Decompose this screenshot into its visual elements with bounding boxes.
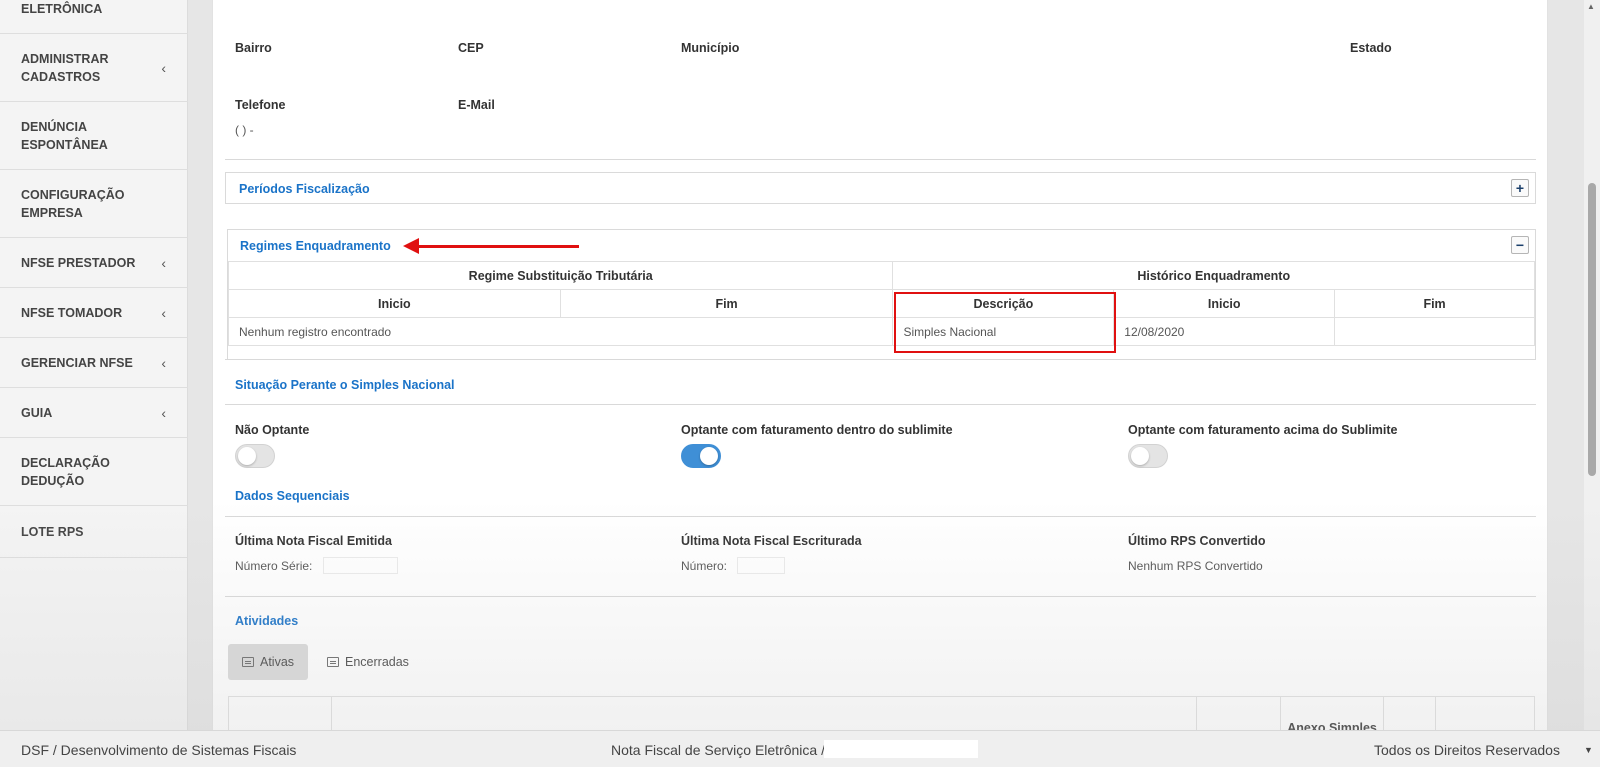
telefone-value: ( ) - — [235, 123, 254, 137]
sidebar-item-label: NFSE TOMADOR — [21, 305, 123, 320]
nao-optante-toggle[interactable] — [235, 444, 275, 468]
sidebar-item-label: CONFIGURAÇÃO EMPRESA — [21, 187, 125, 220]
divider — [225, 159, 1536, 160]
footer-company: DSF / Desenvolvimento de Sistemas Fiscai… — [21, 742, 297, 758]
sidebar-item-denuncia-espontanea[interactable]: DENÚNCIA ESPONTÂNEA — [0, 102, 188, 170]
collapse-minus-icon[interactable]: − — [1511, 236, 1529, 254]
divider — [225, 596, 1536, 597]
divider — [225, 404, 1536, 405]
column-header-inicio: Inicio — [228, 289, 561, 318]
sidebar-item-declaracao-deducao[interactable]: DECLARAÇÃO DEDUÇÃO — [0, 438, 188, 506]
ultima-escriturada-label: Última Nota Fiscal Escriturada — [681, 534, 862, 548]
column-header-fim: Fim — [559, 289, 894, 318]
footer-system-name: Nota Fiscal de Serviço Eletrônica / — [611, 742, 825, 758]
sidebar-item-label: LOTE RPS — [21, 524, 84, 539]
sidebar-item-administrar-cadastros[interactable]: ADMINISTRAR CADASTROS ‹ — [0, 34, 188, 102]
telefone-label: Telefone — [235, 98, 286, 112]
optante-dentro-label: Optante com faturamento dentro do sublim… — [681, 423, 953, 437]
chevron-left-icon: ‹ — [161, 254, 166, 271]
scrollbar[interactable]: ▲ — [1584, 0, 1600, 730]
bairro-label: Bairro — [235, 41, 272, 55]
sidebar-item-label: ADMINISTRAR CADASTROS — [21, 51, 109, 84]
nao-optante-label: Não Optante — [235, 423, 310, 437]
annotation-highlight-box — [894, 292, 1116, 353]
periodos-title[interactable]: Períodos Fiscalização — [239, 182, 370, 196]
sidebar-item-lote-rps[interactable]: LOTE RPS — [0, 506, 188, 558]
tab-encerradas[interactable]: Encerradas — [313, 644, 423, 680]
inicio-cell: 12/08/2020 — [1113, 317, 1336, 346]
estado-label: Estado — [1350, 41, 1392, 55]
historico-enquadramento-header: Histórico Enquadramento — [892, 261, 1535, 290]
cep-label: CEP — [458, 41, 484, 55]
sidebar-item-label: DECLARAÇÃO DEDUÇÃO — [21, 455, 110, 488]
regime-substituicao-header: Regime Substituição Tributária — [227, 261, 894, 290]
redacted-value — [824, 740, 978, 758]
sidebar-item-nfse-prestador[interactable]: NFSE PRESTADOR ‹ — [0, 238, 188, 288]
regimes-title[interactable]: Regimes Enquadramento — [240, 239, 391, 253]
periodos-panel: Períodos Fiscalização + — [225, 172, 1536, 204]
column-header-fim: Fim — [1334, 289, 1535, 318]
sequenciais-title: Dados Sequenciais — [235, 489, 350, 503]
ultimo-rps-value: Nenhum RPS Convertido — [1128, 559, 1263, 573]
sidebar-item-label: DENÚNCIA ESPONTÂNEA — [21, 119, 108, 152]
optante-acima-label: Optante com faturamento acima do Sublimi… — [1128, 423, 1398, 437]
sidebar-item-gerenciar-nfse[interactable]: GERENCIAR NFSE ‹ — [0, 338, 188, 388]
chevron-left-icon: ‹ — [161, 404, 166, 421]
ultima-emitida-label: Última Nota Fiscal Emitida — [235, 534, 392, 548]
tab-label: Encerradas — [345, 655, 409, 669]
atividades-title: Atividades — [235, 614, 299, 628]
chevron-left-icon: ‹ — [161, 354, 166, 371]
sidebar-item-nfse-tomador[interactable]: NFSE TOMADOR ‹ — [0, 288, 188, 338]
empty-message: Nenhum registro encontrado — [227, 317, 894, 346]
sidebar-item-label: GUIA — [21, 405, 53, 420]
sidebar-item-label: NFSE PRESTADOR — [21, 255, 136, 270]
chevron-left-icon: ‹ — [161, 59, 166, 76]
toggle-knob — [700, 447, 718, 465]
toggle-knob — [238, 447, 256, 465]
footer: DSF / Desenvolvimento de Sistemas Fiscai… — [0, 730, 1600, 767]
tab-ativas[interactable]: Ativas — [228, 644, 309, 680]
list-icon — [327, 657, 339, 667]
numero-serie-label: Número Série: — [235, 559, 313, 573]
regimes-table: Regime Substituição Tributária Histórico… — [227, 261, 1535, 346]
sidebar-item-label: GERENCIAR NFSE — [21, 355, 133, 370]
ultimo-rps-label: Último RPS Convertido — [1128, 534, 1266, 548]
numero-label: Número: — [681, 559, 728, 573]
municipio-label: Município — [681, 41, 740, 55]
sidebar-item-label: ELETRÔNICA — [21, 2, 103, 16]
table-row: Nenhum registro encontrado Simples Nacio… — [227, 317, 1535, 346]
redacted-value — [323, 557, 398, 574]
expand-plus-icon[interactable]: + — [1511, 179, 1529, 197]
scroll-up-icon[interactable]: ▲ — [1587, 2, 1595, 11]
scrollbar-thumb[interactable] — [1588, 183, 1596, 476]
redacted-value — [737, 557, 785, 574]
main-content: Bairro CEP Município Estado Telefone ( )… — [212, 0, 1548, 759]
toggle-knob — [1131, 447, 1149, 465]
chevron-left-icon: ‹ — [161, 304, 166, 321]
divider — [225, 516, 1536, 517]
annotation-arrow-line — [416, 245, 579, 248]
annotation-arrow-icon — [403, 238, 419, 254]
tab-label: Ativas — [260, 655, 295, 669]
sidebar: ELETRÔNICA ADMINISTRAR CADASTROS ‹ DENÚN… — [0, 0, 188, 730]
email-label: E-Mail — [458, 98, 495, 112]
divider — [225, 359, 1536, 360]
list-icon — [242, 657, 254, 667]
simples-title: Situação Perante o Simples Nacional — [235, 378, 455, 392]
sidebar-item-configuracao-empresa[interactable]: CONFIGURAÇÃO EMPRESA — [0, 170, 188, 238]
optante-dentro-toggle[interactable] — [681, 444, 721, 468]
fim-cell — [1334, 317, 1535, 346]
sidebar-item-eletronica[interactable]: ELETRÔNICA — [0, 0, 188, 34]
optante-acima-toggle[interactable] — [1128, 444, 1168, 468]
sidebar-item-guia[interactable]: GUIA ‹ — [0, 388, 188, 438]
footer-rights: Todos os Direitos Reservados — [1374, 742, 1560, 758]
column-header-inicio: Inicio — [1113, 289, 1336, 318]
scroll-down-icon[interactable]: ▼ — [1584, 745, 1593, 755]
